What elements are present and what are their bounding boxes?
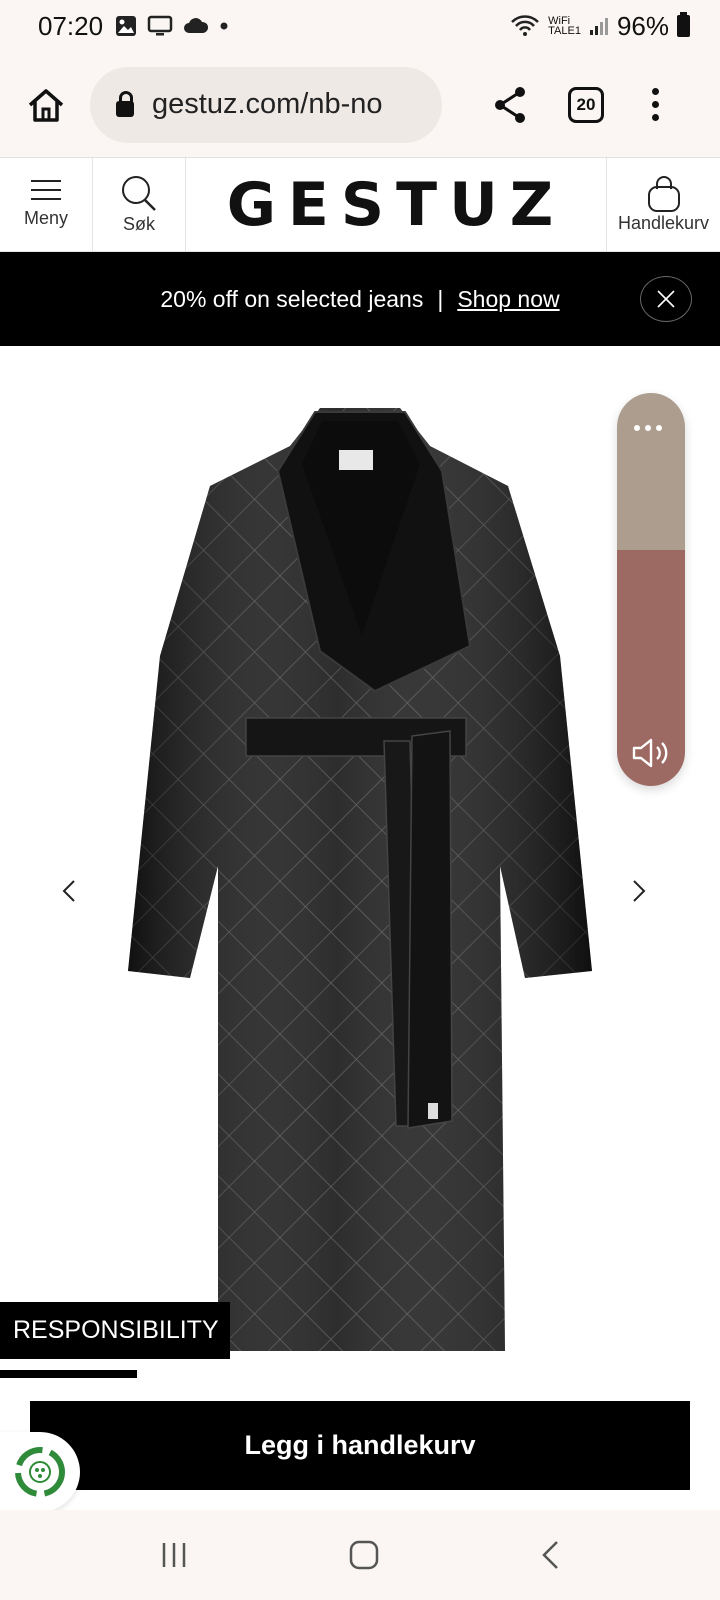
battery-percent: 96% (616, 10, 669, 41)
status-time: 07:20 (38, 10, 104, 41)
video-widget-preview[interactable] (617, 393, 685, 550)
status-bar: 07:20 WiFi TALE1 96% (0, 0, 720, 52)
tabs-button[interactable]: 20 (568, 86, 604, 123)
carousel-prev-button[interactable] (54, 876, 84, 906)
address-bar[interactable]: gestuz.com/nb-no (90, 66, 442, 143)
lock-icon (116, 90, 134, 117)
tab-count: 20 (576, 94, 596, 114)
wifi-label-bottom: TALE1 (548, 25, 581, 37)
video-widget-body[interactable] (617, 550, 685, 786)
gallery-icon (116, 16, 137, 36)
carousel-next-button[interactable] (624, 876, 654, 906)
eco-badge[interactable] (0, 1432, 80, 1512)
more-menu-icon[interactable] (650, 88, 660, 121)
close-icon (657, 290, 675, 308)
logo-text: GESTUZ (226, 169, 566, 240)
system-nav-bar (0, 1510, 720, 1600)
hamburger-icon (31, 180, 61, 200)
share-icon[interactable] (488, 83, 532, 127)
search-label: Søk (122, 214, 155, 234)
search-icon (122, 176, 156, 211)
home-icon (28, 88, 64, 122)
shopping-bag-icon (647, 176, 680, 212)
search-button[interactable]: Søk (93, 158, 186, 251)
promo-separator: | (437, 285, 444, 312)
cart-label: Handlekurv (617, 213, 710, 233)
menu-label: Meny (23, 208, 68, 228)
wifi-icon (511, 15, 540, 36)
promo-shop-now-link[interactable]: Shop now (457, 286, 559, 313)
status-right: WiFi TALE1 96% (510, 11, 690, 42)
battery-icon (677, 12, 690, 37)
wifi-label: WiFi TALE1 (548, 16, 581, 37)
chevron-left-icon (62, 880, 75, 902)
home-nav-icon[interactable] (348, 1539, 380, 1571)
add-to-cart-label: Legg i handlekurv (244, 1430, 476, 1460)
gallery-progress-bar (0, 1370, 137, 1378)
responsibility-label: RESPONSIBILITY (13, 1316, 219, 1344)
video-widget[interactable] (617, 393, 685, 786)
add-to-cart-button[interactable]: Legg i handlekurv (30, 1401, 690, 1490)
responsibility-tab[interactable]: RESPONSIBILITY (0, 1302, 230, 1359)
speaker-icon[interactable] (631, 736, 671, 770)
back-icon[interactable] (539, 1539, 561, 1571)
home-button[interactable] (16, 75, 76, 135)
promo-banner: 20% off on selected jeans | Shop now (0, 252, 720, 346)
chevron-right-icon (633, 880, 646, 902)
status-notification-icons (115, 15, 229, 37)
more-options-icon[interactable] (634, 425, 662, 431)
product-image-coat (128, 408, 592, 1351)
product-gallery[interactable] (0, 346, 720, 1380)
recent-apps-icon[interactable] (159, 1540, 189, 1570)
screen-cast-icon (147, 15, 173, 36)
site-logo[interactable]: GESTUZ (186, 158, 607, 251)
signal-icon (589, 18, 608, 35)
site-header: Meny Søk GESTUZ Handlekurv (0, 158, 720, 252)
promo-close-button[interactable] (640, 276, 692, 322)
cloud-icon (184, 18, 209, 33)
url-text: gestuz.com/nb-no (152, 88, 383, 120)
menu-button[interactable]: Meny (0, 158, 93, 251)
cart-button[interactable]: Handlekurv (607, 158, 720, 251)
browser-toolbar: gestuz.com/nb-no 20 (0, 52, 720, 158)
recycle-leaf-icon (15, 1447, 65, 1497)
promo-text: 20% off on selected jeans (160, 285, 424, 312)
dot-icon (220, 22, 228, 30)
